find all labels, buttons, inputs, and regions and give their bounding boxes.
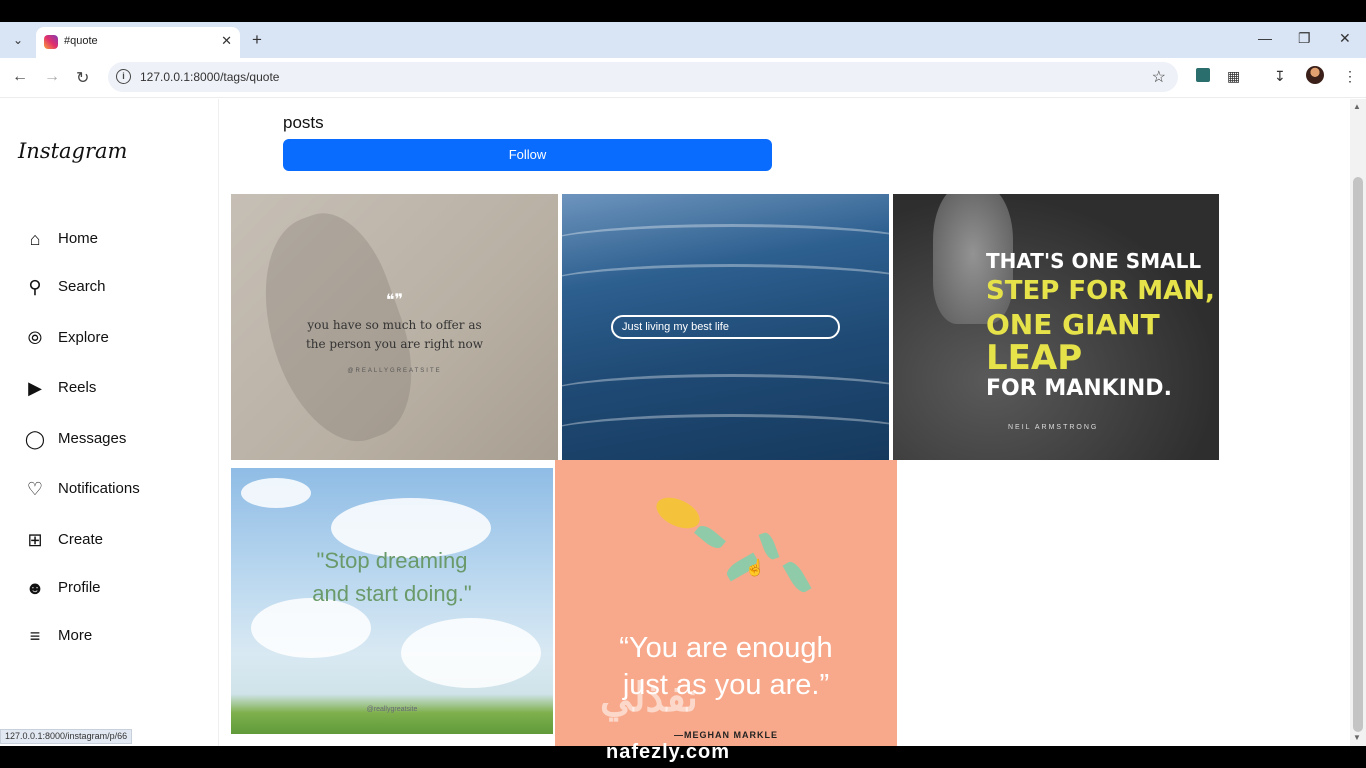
extension-icon[interactable] [1196, 68, 1210, 82]
scrollbar-thumb[interactable] [1353, 177, 1363, 732]
tab-bar: ⌄ #quote ✕ + — ❐ ✕ [0, 22, 1366, 58]
search-icon: ⚲ [28, 277, 42, 297]
leaf [782, 558, 812, 596]
ocean-wave [562, 224, 889, 264]
posts-count-label: posts [283, 113, 324, 132]
sidebar-item-explore[interactable]: ⦾ Explore [24, 322, 204, 352]
minimize-icon[interactable]: — [1258, 30, 1272, 46]
instagram-favicon-icon [44, 35, 58, 49]
browser-window: ⌄ #quote ✕ + — ❐ ✕ ← → ↻ i 127.0.0.1:800… [0, 22, 1366, 746]
ocean-wave [562, 414, 889, 454]
quote-line: LEAP [986, 338, 1083, 378]
tag-page-content: posts Follow ❝❞ you have so much to offe… [220, 99, 1350, 746]
new-tab-icon[interactable]: + [252, 30, 262, 50]
reels-icon: ▶ [28, 378, 42, 398]
compass-icon: ⦾ [27, 328, 43, 348]
sidebar-item-label: Reels [58, 379, 97, 396]
watermark-logo: نفذلي [600, 676, 698, 720]
download-icon[interactable]: ↧ [1274, 68, 1286, 85]
sidebar-item-reels[interactable]: ▶ Reels [24, 372, 204, 402]
sidebar-item-label: More [58, 627, 93, 644]
reload-icon[interactable]: ↻ [76, 68, 89, 88]
messenger-icon: ◯ [24, 429, 46, 449]
post-site-credit: @REALLYGREATSITE [347, 368, 442, 374]
address-bar[interactable]: i 127.0.0.1:8000/tags/quote ☆ [108, 62, 1178, 92]
quote-line: FOR MANKIND. [986, 376, 1172, 401]
scroll-up-icon[interactable]: ▲ [1353, 102, 1361, 111]
extensions-puzzle-icon[interactable]: ▦ [1227, 68, 1240, 85]
instagram-sidebar: Instagram ⌂ Home ⚲ Search ⦾ Explore ▶ Re… [0, 99, 219, 746]
sidebar-item-label: Profile [58, 579, 101, 596]
sidebar-item-label: Home [58, 230, 99, 247]
sidebar-item-messages[interactable]: ◯ Messages [24, 423, 204, 453]
sidebar-item-label: Notifications [58, 480, 140, 497]
sidebar-item-label: Search [58, 278, 106, 295]
post-thumbnail[interactable]: THAT'S ONE SMALL STEP FOR MAN, ONE GIANT… [893, 194, 1219, 460]
sidebar-item-label: Create [58, 531, 104, 548]
cloud [241, 478, 311, 508]
leaf [694, 521, 726, 553]
post-thumbnail[interactable]: "Stop dreaming and start doing." @really… [231, 468, 553, 734]
bookmark-star-icon[interactable]: ☆ [1152, 67, 1166, 87]
home-icon: ⌂ [29, 229, 41, 249]
sidebar-item-notifications[interactable]: ♡ Notifications [24, 473, 204, 503]
quote-line: ONE GIANT [986, 308, 1160, 341]
quote-line: THAT'S ONE SMALL [986, 249, 1202, 273]
profile-avatar[interactable] [1306, 66, 1324, 84]
ocean-wave [562, 374, 889, 414]
browser-tab[interactable]: #quote ✕ [36, 27, 240, 58]
sidebar-item-label: Messages [58, 430, 127, 447]
forward-icon[interactable]: → [44, 68, 60, 86]
mouse-cursor-icon: ☝ [745, 560, 765, 577]
page-scrollbar[interactable]: ▲ ▼ [1350, 99, 1366, 746]
post-site-credit: @reallygreatsite [366, 706, 418, 713]
browser-toolbar: ← → ↻ i 127.0.0.1:8000/tags/quote ☆ ▦ ↧ … [0, 58, 1366, 98]
post-quote-text: you have so much to offer as the person … [305, 318, 484, 351]
tab-close-icon[interactable]: ✕ [221, 33, 232, 49]
watermark-text: nafezly.com [606, 741, 730, 763]
sidebar-item-more[interactable]: ≡ More [24, 620, 204, 650]
url-text[interactable]: 127.0.0.1:8000/tags/quote [140, 70, 279, 84]
back-icon[interactable]: ← [12, 68, 28, 86]
sidebar-item-search[interactable]: ⚲ Search [24, 271, 204, 301]
post-caption-pill: Just living my best life [611, 315, 840, 339]
quote-line: STEP FOR MAN, [986, 276, 1215, 306]
ocean-wave [562, 264, 889, 304]
sidebar-item-home[interactable]: ⌂ Home [24, 223, 204, 253]
close-window-icon[interactable]: ✕ [1339, 30, 1351, 47]
sidebar-item-label: Explore [58, 329, 109, 346]
cloud [401, 618, 541, 688]
follow-button[interactable]: Follow [283, 139, 772, 171]
restore-icon[interactable]: ❐ [1298, 30, 1311, 47]
person-icon: ☻ [25, 578, 45, 598]
plus-square-icon: ⊞ [27, 530, 43, 550]
tab-search-icon[interactable]: ⌄ [8, 31, 28, 49]
sidebar-item-profile[interactable]: ☻ Profile [24, 572, 204, 602]
post-quote-text: "Stop dreaming and start doing." [312, 548, 472, 606]
instagram-logo[interactable]: Instagram [18, 139, 127, 163]
post-thumbnail[interactable]: Just living my best life [562, 194, 889, 460]
heart-icon: ♡ [26, 479, 44, 499]
leaf [758, 530, 780, 562]
post-thumbnail[interactable]: ❝❞ you have so much to offer as the pers… [231, 194, 558, 460]
quote-author: NEIL ARMSTRONG [1008, 424, 1099, 431]
sidebar-item-create[interactable]: ⊞ Create [24, 524, 204, 554]
tab-title: #quote [64, 35, 98, 47]
kebab-menu-icon[interactable]: ⋮ [1343, 68, 1357, 85]
status-bar-url: 127.0.0.1:8000/instagram/p/66 [0, 729, 133, 744]
scroll-down-icon[interactable]: ▼ [1353, 733, 1361, 742]
site-info-icon[interactable]: i [116, 69, 131, 84]
quote-author: —MEGHAN MARKLE [674, 730, 778, 740]
menu-icon: ≡ [29, 626, 41, 646]
quote-marks-icon: ❝❞ [385, 292, 404, 309]
